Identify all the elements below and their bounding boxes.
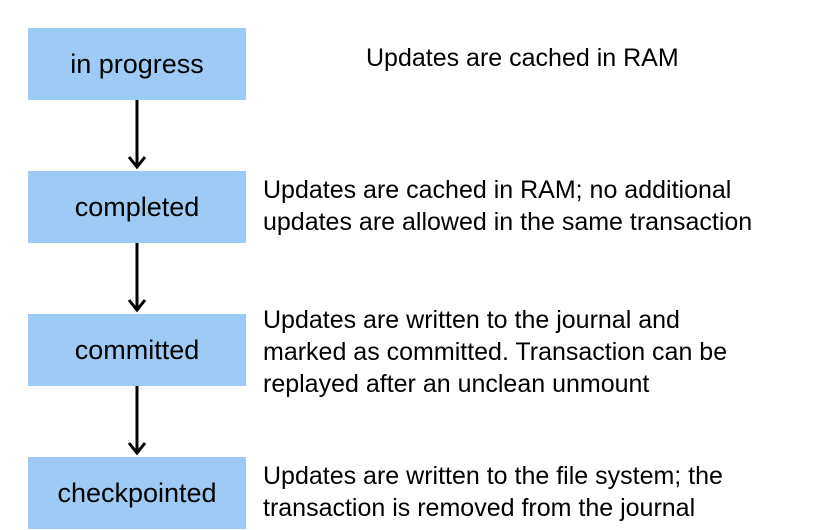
arrow-in-progress-to-completed xyxy=(127,100,147,170)
arrow-committed-to-checkpointed xyxy=(127,386,147,456)
arrow-completed-to-committed xyxy=(127,243,147,313)
transition-arrows xyxy=(127,100,147,456)
